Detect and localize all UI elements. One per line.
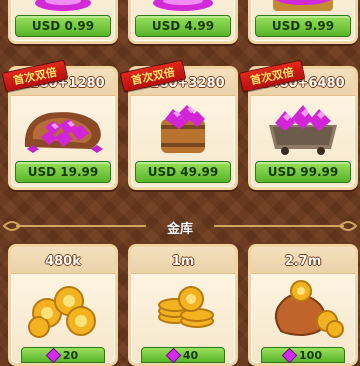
gold-amount: 2.7m <box>284 254 322 269</box>
gem-icon <box>281 347 298 363</box>
buy-button[interactable]: USD 19.99 <box>15 161 111 183</box>
gem-cost-button[interactable]: 40 <box>141 347 225 363</box>
price-label: USD 4.99 <box>135 15 231 37</box>
gem-icon <box>165 347 182 363</box>
section-title: 金库 <box>166 222 193 237</box>
coin-bag-icon <box>274 280 344 338</box>
price-label: USD 9.99 <box>255 15 351 37</box>
gold-amount: 1m <box>171 254 195 269</box>
gem-barrel-icon <box>161 105 205 153</box>
gem-pile-icon <box>153 0 213 11</box>
gold-amount: 480k <box>45 254 81 269</box>
gem-pack-card-3[interactable]: USD 9.99 <box>248 0 358 44</box>
gem-cost-button[interactable]: 20 <box>21 347 105 363</box>
gem-pack-card-2[interactable]: USD 4.99 <box>128 0 238 44</box>
gem-chest-icon <box>273 0 333 11</box>
price-label: USD 0.99 <box>15 15 111 37</box>
gem-pile-icon <box>35 0 91 11</box>
gem-icon <box>45 347 62 363</box>
buy-button[interactable]: USD 99.99 <box>255 161 351 183</box>
gem-sack-icon <box>24 112 103 153</box>
buy-button[interactable]: USD 49.99 <box>135 161 231 183</box>
gold-pack-card-2[interactable]: 1m 40 <box>128 244 238 366</box>
coin-stack-icon <box>158 286 214 328</box>
gem-pack-card-1[interactable]: USD 0.99 <box>8 0 118 44</box>
gem-minecart-icon <box>269 105 337 155</box>
section-divider: 金库 <box>0 212 360 240</box>
gold-pack-card-3[interactable]: 2.7m 100 <box>248 244 358 366</box>
right-ornament-icon <box>338 221 358 231</box>
gem-cost-button[interactable]: 100 <box>261 347 345 363</box>
coin-pile-icon <box>28 286 96 338</box>
gold-pack-card-1[interactable]: 480k 20 <box>8 244 118 366</box>
left-ornament-icon <box>2 221 22 231</box>
